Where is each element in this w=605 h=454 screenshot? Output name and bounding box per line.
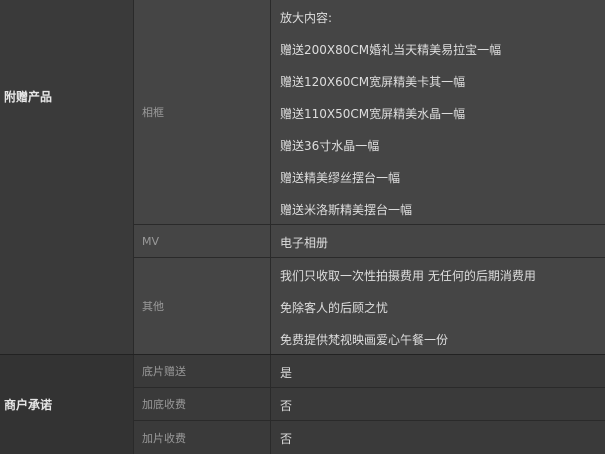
value-line: 赠送36寸水晶一幅 bbox=[280, 139, 380, 153]
row-label: 加底收费 bbox=[142, 398, 186, 411]
row-values: 放大内容: 赠送200X80CM婚礼当天精美易拉宝一幅 赠送120X60CM宽屏… bbox=[271, 0, 605, 224]
value-line: 是 bbox=[280, 366, 293, 380]
row-label: MV bbox=[142, 234, 160, 248]
value-line: 否 bbox=[280, 432, 293, 446]
row-label: 加片收费 bbox=[142, 431, 186, 445]
value-line: 赠送200X80CM婚礼当天精美易拉宝一幅 bbox=[280, 43, 502, 57]
package-details-table: 附赠产品 相框 放大内容: 赠送200X80CM婚礼当天精美易拉宝一幅 赠送12… bbox=[0, 0, 605, 454]
value-line: 赠送米洛斯精美摆台一幅 bbox=[280, 203, 413, 217]
row-label: 底片赠送 bbox=[142, 365, 186, 378]
value-line: 免除客人的后顾之忧 bbox=[280, 301, 389, 315]
category-label: 商户承诺 bbox=[4, 398, 53, 412]
row-values: 是 bbox=[271, 355, 605, 387]
value-line: 我们只收取一次性拍摄费用 无任何的后期消费用 bbox=[280, 269, 536, 283]
category-label: 附赠产品 bbox=[4, 89, 53, 104]
value-line: 赠送精美缪丝摆台一幅 bbox=[280, 171, 401, 185]
row-label: 其他 bbox=[142, 300, 164, 313]
row-values: 我们只收取一次性拍摄费用 无任何的后期消费用 免除客人的后顾之忧 免费提供梵视映… bbox=[271, 258, 605, 354]
row-values: 电子相册 bbox=[271, 225, 605, 257]
value-line: 否 bbox=[280, 399, 293, 413]
value-line: 放大内容: bbox=[280, 11, 333, 25]
row-values: 否 bbox=[271, 421, 605, 454]
value-line: 免费提供梵视映画爱心午餐一份 bbox=[280, 333, 449, 347]
value-line: 电子相册 bbox=[280, 236, 329, 250]
row-label: 相框 bbox=[142, 106, 164, 119]
value-line: 赠送110X50CM宽屏精美水晶一幅 bbox=[280, 107, 466, 121]
value-line: 赠送120X60CM宽屏精美卡其一幅 bbox=[280, 75, 466, 89]
row-values: 否 bbox=[271, 388, 605, 420]
